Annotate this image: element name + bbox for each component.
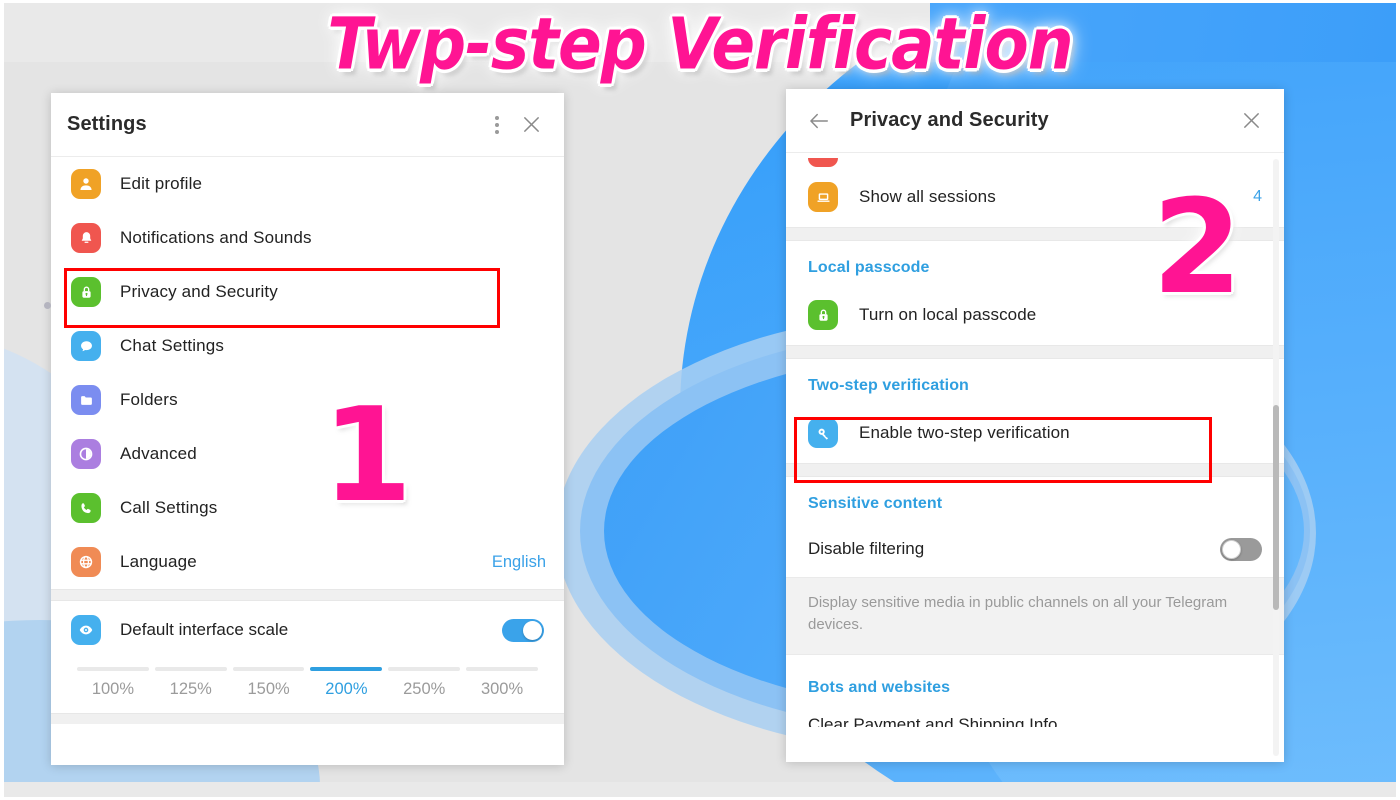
frame-left [0, 0, 4, 800]
scale-option-250[interactable]: 250% [388, 680, 460, 699]
row-enable-two-step-verification[interactable]: Enable two-step verification [786, 403, 1284, 463]
row-label: Show all sessions [859, 187, 996, 206]
partial-row-above [786, 153, 1284, 167]
scale-option-200-selected[interactable]: 200% [310, 680, 382, 699]
section-divider [51, 589, 564, 601]
scrollbar-thumb[interactable] [1273, 405, 1279, 610]
privacy-and-security-window: Privacy and Security Show all sessions 4… [786, 89, 1284, 762]
folder-icon [71, 385, 101, 415]
sidebar-item-language-value[interactable]: English [492, 553, 546, 572]
privacy-header: Privacy and Security [786, 89, 1284, 153]
row-disable-filtering[interactable]: Disable filtering [786, 521, 1284, 577]
row-label: Turn on local passcode [859, 305, 1037, 324]
clipped-red-icon [808, 158, 838, 167]
section-gap [786, 345, 1284, 359]
chat-bubble-icon [71, 331, 101, 361]
interface-scale-block: Default interface scale 100% 125% 150% 2… [51, 601, 564, 713]
sidebar-item-label: Advanced [120, 444, 197, 463]
scale-segment[interactable] [388, 667, 461, 671]
row-label: Enable two-step verification [859, 423, 1070, 442]
settings-footer-strip [51, 713, 564, 724]
settings-list: Edit profile Notifications and Sounds Pr… [51, 157, 564, 589]
section-title-two-step-verification: Two-step verification [808, 377, 969, 394]
row-show-all-sessions[interactable]: Show all sessions 4 [786, 167, 1284, 227]
sidebar-item-privacy-and-security[interactable]: Privacy and Security [51, 265, 564, 319]
sidebar-item-call-settings[interactable]: Call Settings [51, 481, 564, 535]
close-icon[interactable] [514, 108, 548, 142]
section-title-bots-and-websites: Bots and websites [808, 678, 951, 696]
lock-icon [71, 277, 101, 307]
row-clear-payment-and-shipping-info[interactable]: Clear Payment and Shipping Info [786, 705, 1284, 727]
sidebar-item-language[interactable]: Language English [51, 535, 564, 589]
scale-segment-active[interactable] [310, 667, 383, 671]
sensitive-content-note: Display sensitive media in public channe… [786, 577, 1284, 655]
lock-icon [808, 300, 838, 330]
sidebar-item-chat-settings[interactable]: Chat Settings [51, 319, 564, 373]
interface-scale-labels: 100% 125% 150% 200% 250% 300% [77, 680, 538, 699]
scale-segment[interactable] [77, 667, 149, 671]
section-title-local-passcode: Local passcode [808, 259, 930, 276]
screenshot-stage: Twp-step Verification Settings Edit prof… [0, 0, 1400, 800]
sessions-count-badge: 4 [1253, 188, 1262, 205]
scale-segment[interactable] [232, 667, 305, 671]
settings-header: Settings [51, 93, 564, 157]
section-gap [786, 227, 1284, 241]
interface-scale-toggle[interactable] [502, 618, 544, 642]
row-turn-on-local-passcode[interactable]: Turn on local passcode [786, 285, 1284, 345]
sidebar-item-folders[interactable]: Folders [51, 373, 564, 427]
kebab-menu-icon[interactable] [480, 108, 514, 142]
frame-top [0, 0, 1400, 3]
scale-segment[interactable] [154, 667, 227, 671]
sidebar-item-label: Notifications and Sounds [120, 228, 312, 247]
sidebar-item-label: Chat Settings [120, 336, 225, 355]
scale-option-150[interactable]: 150% [233, 680, 305, 699]
key-icon [808, 418, 838, 448]
settings-window: Settings Edit profile Notifications and … [51, 93, 564, 765]
scale-option-300[interactable]: 300% [466, 680, 538, 699]
eye-icon [71, 615, 101, 645]
scale-option-100[interactable]: 100% [77, 680, 149, 699]
sidebar-item-label: Language [120, 552, 197, 571]
close-icon[interactable] [1234, 104, 1268, 138]
section-gap [786, 463, 1284, 477]
phone-icon [71, 493, 101, 523]
bell-icon [71, 223, 101, 253]
scale-segment[interactable] [466, 667, 538, 671]
sidebar-item-label: Edit profile [120, 174, 203, 193]
panel-resize-handle[interactable] [44, 302, 51, 309]
sidebar-item-advanced[interactable]: Advanced [51, 427, 564, 481]
disable-filtering-toggle[interactable] [1220, 537, 1262, 561]
interface-scale-slider[interactable] [77, 667, 538, 671]
sidebar-item-label: Folders [120, 390, 178, 409]
interface-scale-header: Default interface scale [71, 607, 544, 653]
row-label: Disable filtering [808, 539, 925, 558]
sidebar-item-label: Privacy and Security [120, 282, 278, 301]
section-title-sensitive-content: Sensitive content [808, 495, 943, 512]
privacy-title: Privacy and Security [850, 109, 1049, 131]
globe-icon [71, 547, 101, 577]
interface-scale-label: Default interface scale [120, 620, 289, 639]
contrast-icon [71, 439, 101, 469]
settings-title: Settings [67, 113, 147, 135]
scale-option-125[interactable]: 125% [155, 680, 227, 699]
frame-right [1396, 0, 1400, 800]
background-top-blue [930, 0, 1400, 62]
privacy-scroll-area[interactable]: Show all sessions 4 Local passcode Turn … [786, 153, 1284, 762]
sidebar-item-label: Call Settings [120, 498, 218, 517]
person-icon [71, 169, 101, 199]
laptop-icon [808, 182, 838, 212]
back-arrow-icon[interactable] [802, 104, 836, 138]
sidebar-item-notifications-and-sounds[interactable]: Notifications and Sounds [51, 211, 564, 265]
sidebar-item-edit-profile[interactable]: Edit profile [51, 157, 564, 211]
settings-scroll-area[interactable]: Edit profile Notifications and Sounds Pr… [51, 157, 564, 765]
background-top-strip [0, 0, 1400, 62]
